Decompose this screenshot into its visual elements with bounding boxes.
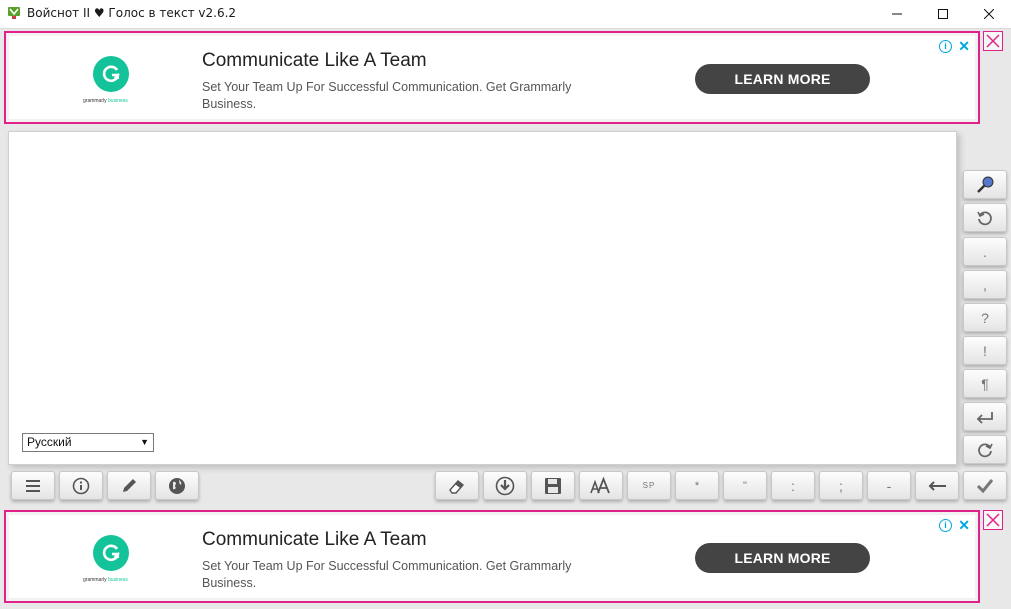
app-logo-icon xyxy=(8,7,20,19)
quote-button[interactable]: " xyxy=(723,471,767,500)
dash-button[interactable]: - xyxy=(867,471,911,500)
text-editor[interactable] xyxy=(8,131,957,465)
eraser-button[interactable] xyxy=(435,471,479,500)
download-icon xyxy=(495,476,515,495)
ad-brand: grammarly business xyxy=(83,577,128,583)
asterisk-button[interactable]: * xyxy=(675,471,719,500)
ad-info-icon[interactable]: i xyxy=(939,40,952,53)
globe-button[interactable] xyxy=(155,471,199,500)
comma-button[interactable]: , xyxy=(963,270,1007,299)
question-label: ? xyxy=(981,309,989,326)
ad-headline[interactable]: Communicate Like A Team xyxy=(202,50,427,72)
ad-banner-bottom[interactable]: grammarly business Communicate Like A Te… xyxy=(4,510,980,603)
microphone-button[interactable] xyxy=(963,170,1007,199)
language-select[interactable]: Русский ▼ xyxy=(22,433,154,452)
grammarly-logo-icon xyxy=(93,535,129,571)
confirm-button[interactable] xyxy=(963,471,1007,500)
microphone-icon xyxy=(977,176,994,193)
exclamation-label: ! xyxy=(983,342,987,359)
undo-button[interactable] xyxy=(963,203,1007,232)
question-mark-button[interactable]: ? xyxy=(963,303,1007,332)
info-icon xyxy=(72,477,90,494)
close-icon xyxy=(986,513,1000,527)
menu-icon xyxy=(26,479,40,492)
comma-label: , xyxy=(983,276,987,293)
ad-info-icon[interactable]: i xyxy=(939,519,952,532)
ad-dismiss-icon[interactable]: ✕ xyxy=(958,38,970,55)
ad-close-button[interactable] xyxy=(983,31,1003,51)
save-icon xyxy=(545,477,561,494)
exclamation-button[interactable]: ! xyxy=(963,336,1007,365)
close-icon xyxy=(984,9,994,19)
colon-label: : xyxy=(791,477,795,494)
edit-button[interactable] xyxy=(107,471,151,500)
redo-button[interactable] xyxy=(963,435,1007,464)
ad-close-button[interactable] xyxy=(983,510,1003,530)
undo-icon xyxy=(977,210,992,225)
close-button[interactable] xyxy=(966,0,1011,28)
window-title: Войснот II ♥ Голос в текст v2.6.2 xyxy=(27,6,237,20)
ad-content: grammarly business Communicate Like A Te… xyxy=(9,515,975,598)
ad-dismiss-icon[interactable]: ✕ xyxy=(958,517,970,534)
chevron-down-icon: ▼ xyxy=(140,437,149,447)
maximize-icon xyxy=(938,9,948,19)
ad-brand: grammarly business xyxy=(83,98,128,104)
ad-body: Set Your Team Up For Successful Communic… xyxy=(202,559,572,590)
semicolon-button[interactable]: ; xyxy=(819,471,863,500)
dash-label: - xyxy=(886,477,892,494)
ad-content: grammarly business Communicate Like A Te… xyxy=(9,36,975,119)
minimize-button[interactable] xyxy=(874,0,920,28)
paragraph-label: ¶ xyxy=(981,375,989,392)
font-size-icon xyxy=(590,476,610,493)
grammarly-logo-icon xyxy=(93,56,129,92)
ad-headline[interactable]: Communicate Like A Team xyxy=(202,529,427,551)
redo-icon xyxy=(978,442,993,457)
arrow-left-icon xyxy=(928,480,946,491)
menu-button[interactable] xyxy=(11,471,55,500)
save-button[interactable] xyxy=(531,471,575,500)
newline-button[interactable] xyxy=(963,402,1007,431)
enter-icon xyxy=(976,411,993,424)
space-label: SP xyxy=(642,481,656,490)
pencil-icon xyxy=(123,478,136,492)
quote-label: " xyxy=(743,479,747,492)
ad-banner-top[interactable]: grammarly business Communicate Like A Te… xyxy=(4,31,980,124)
semicolon-label: ; xyxy=(839,477,843,494)
download-button[interactable] xyxy=(483,471,527,500)
colon-button[interactable]: : xyxy=(771,471,815,500)
paragraph-button[interactable]: ¶ xyxy=(963,369,1007,398)
asterisk-label: * xyxy=(694,479,700,492)
checkmark-icon xyxy=(976,478,994,493)
space-button[interactable]: SP xyxy=(627,471,671,500)
globe-icon xyxy=(169,477,185,494)
eraser-icon xyxy=(449,479,465,494)
period-button[interactable]: . xyxy=(963,237,1007,266)
learn-more-button[interactable]: LEARN MORE xyxy=(695,64,870,94)
language-select-value: Русский xyxy=(27,435,72,449)
ad-body: Set Your Team Up For Successful Communic… xyxy=(202,80,572,111)
period-label: . xyxy=(983,243,987,260)
info-button[interactable] xyxy=(59,471,103,500)
minimize-icon xyxy=(892,13,902,15)
learn-more-button[interactable]: LEARN MORE xyxy=(695,543,870,573)
close-icon xyxy=(986,34,1000,48)
backspace-button[interactable] xyxy=(915,471,959,500)
title-bar: Войснот II ♥ Голос в текст v2.6.2 xyxy=(0,0,1011,29)
font-size-button[interactable] xyxy=(579,471,623,500)
maximize-button[interactable] xyxy=(920,0,966,28)
